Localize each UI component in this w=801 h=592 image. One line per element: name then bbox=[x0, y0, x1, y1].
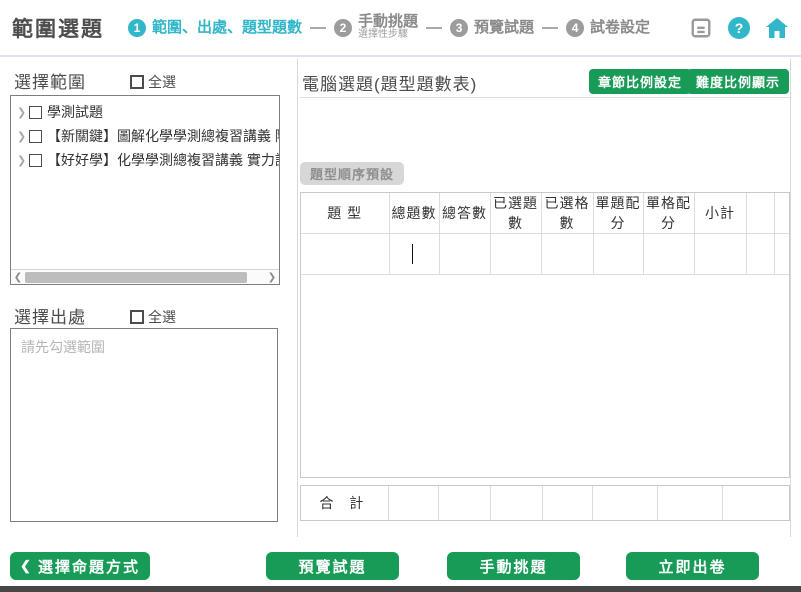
step-2-badge: 2 bbox=[334, 19, 352, 37]
difficulty-ratio-button[interactable]: 難度比例顯示 bbox=[687, 69, 789, 94]
header-total-questions: 總題數 bbox=[389, 193, 439, 234]
source-section-title: 選擇出處 bbox=[14, 303, 86, 328]
step-1-badge: 1 bbox=[128, 19, 146, 37]
cell-points-per-question[interactable] bbox=[593, 234, 643, 275]
step-dash bbox=[310, 27, 326, 29]
scrollbar-track[interactable] bbox=[25, 272, 265, 283]
cell-subtotal[interactable] bbox=[694, 234, 746, 275]
back-to-method-button[interactable]: ❮ 選擇命題方式 bbox=[10, 552, 150, 580]
generate-exam-button[interactable]: 立即出卷 bbox=[626, 552, 759, 580]
chevron-right-icon[interactable]: ❯ bbox=[17, 154, 29, 167]
cell-total-questions[interactable] bbox=[389, 234, 439, 275]
source-select-all-checkbox[interactable] bbox=[130, 310, 144, 324]
total-cell bbox=[658, 486, 723, 520]
header-question-type: 題 型 bbox=[301, 193, 389, 234]
total-cell bbox=[543, 486, 593, 520]
help-icon[interactable]: ? bbox=[727, 16, 751, 40]
step-3-badge: 3 bbox=[450, 19, 468, 37]
tree-item-checkbox[interactable] bbox=[29, 154, 42, 167]
total-cell bbox=[491, 486, 543, 520]
cell-question-type[interactable] bbox=[301, 234, 389, 275]
tree-item-checkbox[interactable] bbox=[29, 106, 42, 119]
table-header-row: 題 型 總題數 總答數 已選題數 已選格數 單題配分 單格配分 小計 bbox=[301, 193, 789, 234]
bottom-cutoff-strip bbox=[0, 586, 801, 592]
chevron-left-icon: ❮ bbox=[20, 558, 33, 574]
total-cell bbox=[439, 486, 491, 520]
header-selected-blanks: 已選格數 bbox=[541, 193, 593, 234]
question-type-table: 題 型 總題數 總答數 已選題數 已選格數 單題配分 單格配分 小計 bbox=[300, 192, 790, 478]
tree-item-label[interactable]: 學測試題 bbox=[47, 102, 103, 122]
step-4-settings[interactable]: 4 試卷設定 bbox=[566, 19, 650, 37]
question-order-preset-tab[interactable]: 題型順序預設 bbox=[300, 162, 404, 185]
home-icon[interactable] bbox=[765, 16, 789, 40]
scroll-left-icon[interactable]: ❮ bbox=[11, 272, 25, 283]
chevron-right-icon[interactable]: ❯ bbox=[17, 130, 29, 143]
step-1-range[interactable]: 1 範圍、出處、題型題數 bbox=[128, 19, 302, 37]
top-header: 範圍選題 1 範圍、出處、題型題數 2 手動挑題 選擇性步驟 3 預覽試題 4 bbox=[0, 0, 801, 57]
source-placeholder-text: 請先勾選範圍 bbox=[21, 337, 267, 357]
header-points-per-blank: 單格配分 bbox=[643, 193, 694, 234]
preview-questions-button[interactable]: 預覽試題 bbox=[266, 552, 399, 580]
step-3-label: 預覽試題 bbox=[474, 20, 534, 36]
step-2-label: 手動挑題 bbox=[358, 14, 418, 30]
chapter-ratio-button[interactable]: 章節比例設定 bbox=[589, 69, 691, 94]
range-section-title: 選擇範圍 bbox=[14, 68, 86, 93]
page-title: 範圍選題 bbox=[12, 13, 104, 43]
source-select-all[interactable]: 全選 bbox=[130, 307, 176, 327]
horizontal-scrollbar[interactable]: ❮ ❯ bbox=[11, 269, 279, 284]
step-4-label: 試卷設定 bbox=[590, 20, 650, 36]
scrollbar-thumb[interactable] bbox=[25, 272, 247, 283]
tree-item[interactable]: ❯ 【新關鍵】圖解化學學測總複習講義 隨堂 bbox=[17, 124, 279, 148]
cell-empty[interactable] bbox=[746, 234, 774, 275]
cell-selected-blanks[interactable] bbox=[541, 234, 593, 275]
step-dash bbox=[542, 27, 558, 29]
tree-item-label[interactable]: 【新關鍵】圖解化學學測總複習講義 隨堂 bbox=[47, 126, 280, 146]
total-row: 合 計 bbox=[300, 485, 790, 521]
step-dash bbox=[426, 27, 442, 29]
scroll-right-icon[interactable]: ❯ bbox=[265, 272, 279, 283]
step-3-preview[interactable]: 3 預覽試題 bbox=[450, 19, 534, 37]
wizard-stepper: 1 範圍、出處、題型題數 2 手動挑題 選擇性步驟 3 預覽試題 4 試卷設定 bbox=[128, 14, 650, 40]
step-4-badge: 4 bbox=[566, 19, 584, 37]
source-select-all-label: 全選 bbox=[148, 307, 176, 327]
source-list-box: 請先勾選範圍 bbox=[10, 328, 278, 522]
range-select-all-checkbox[interactable] bbox=[130, 75, 144, 89]
cell-points-per-blank[interactable] bbox=[643, 234, 694, 275]
save-icon[interactable] bbox=[689, 16, 713, 40]
range-select-all[interactable]: 全選 bbox=[130, 72, 176, 92]
computer-select-title: 電腦選題(題型題數表) bbox=[302, 70, 477, 95]
total-cell bbox=[723, 486, 789, 520]
back-button-label: 選擇命題方式 bbox=[38, 556, 140, 577]
chevron-right-icon[interactable]: ❯ bbox=[17, 106, 29, 119]
total-cell bbox=[389, 486, 439, 520]
tree-item-checkbox[interactable] bbox=[29, 130, 42, 143]
header-empty bbox=[746, 193, 774, 234]
tree-item[interactable]: ❯ 學測試題 bbox=[17, 100, 279, 124]
cell-empty[interactable] bbox=[774, 234, 789, 275]
range-tree-box: ❯ 學測試題 ❯ 【新關鍵】圖解化學學測總複習講義 隨堂 ❯ 【好好學】化學學測… bbox=[10, 95, 280, 285]
header-empty bbox=[774, 193, 789, 234]
manual-pick-button[interactable]: 手動挑題 bbox=[447, 552, 580, 580]
table-data-row bbox=[301, 234, 789, 275]
section-divider bbox=[300, 97, 790, 98]
step-1-label: 範圍、出處、題型題數 bbox=[152, 20, 302, 36]
range-select-all-label: 全選 bbox=[148, 72, 176, 92]
text-caret bbox=[412, 244, 414, 264]
step-2-sublabel: 選擇性步驟 bbox=[358, 30, 418, 41]
panel-divider bbox=[297, 59, 298, 537]
header-selected-questions: 已選題數 bbox=[490, 193, 541, 234]
total-cell bbox=[593, 486, 658, 520]
tree-item-label[interactable]: 【好好學】化學學測總複習講義 實力評量 bbox=[47, 150, 280, 170]
header-subtotal: 小計 bbox=[694, 193, 746, 234]
total-label-cell: 合 計 bbox=[301, 486, 389, 520]
cell-selected-questions[interactable] bbox=[490, 234, 541, 275]
header-total-answers: 總答數 bbox=[439, 193, 490, 234]
right-edge-border bbox=[790, 59, 791, 537]
step-2-manual[interactable]: 2 手動挑題 選擇性步驟 bbox=[334, 14, 418, 40]
tree-item[interactable]: ❯ 【好好學】化學學測總複習講義 實力評量 bbox=[17, 148, 279, 172]
header-points-per-question: 單題配分 bbox=[593, 193, 643, 234]
cell-total-answers[interactable] bbox=[439, 234, 490, 275]
